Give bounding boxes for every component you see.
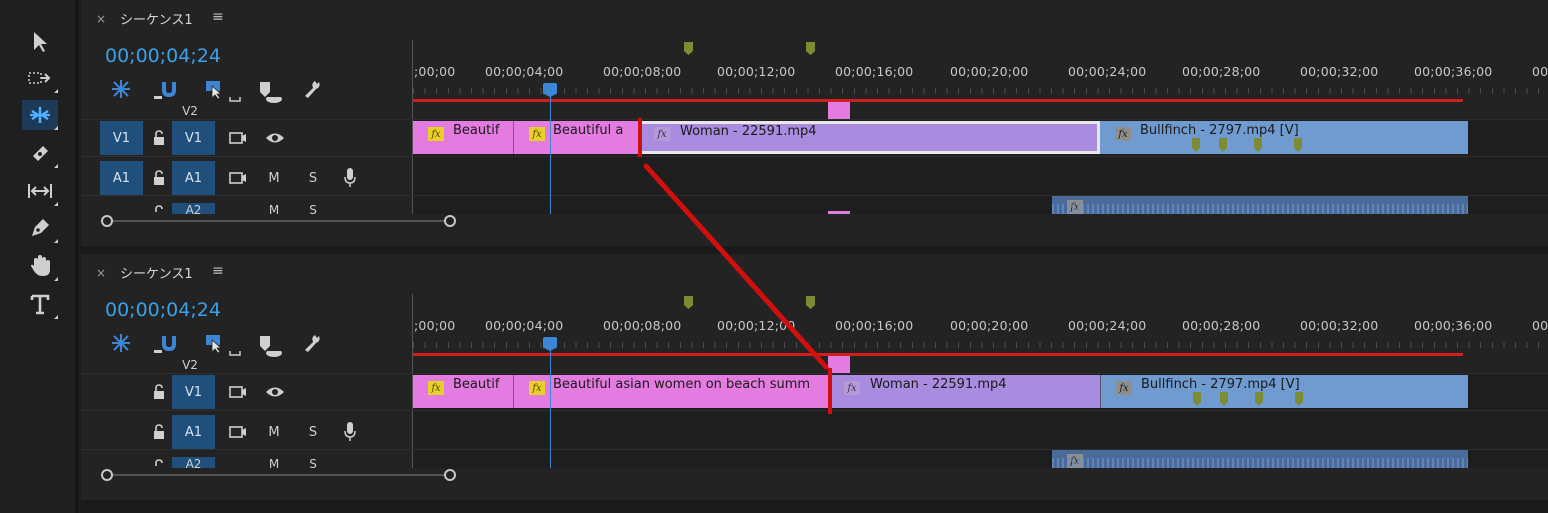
annotation-connector-line xyxy=(643,163,829,370)
